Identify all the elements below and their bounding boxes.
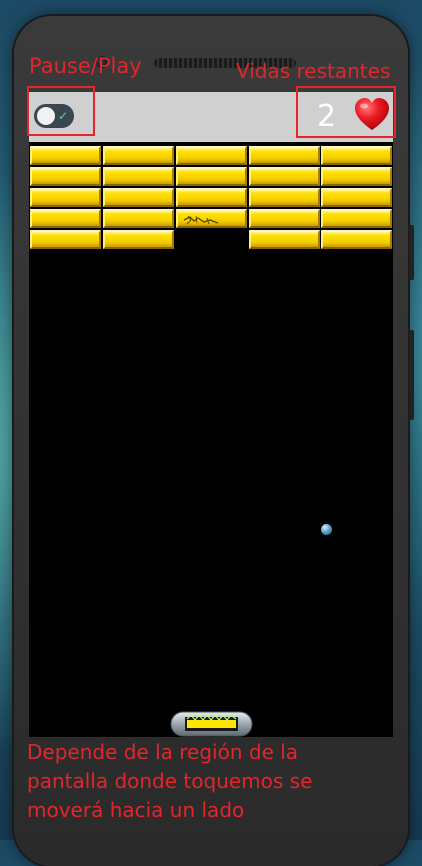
brick	[249, 230, 320, 249]
pause-play-highlight	[27, 86, 95, 136]
paddle-icon[interactable]	[170, 711, 253, 737]
controls-note-line1: Depende de la región de la	[27, 740, 299, 764]
brick	[103, 146, 174, 165]
brick	[176, 188, 247, 207]
controls-note-line2: pantalla donde toquemos se	[27, 769, 313, 793]
brick	[249, 188, 320, 207]
brick	[249, 146, 320, 165]
brick	[103, 230, 174, 249]
brick	[176, 146, 247, 165]
brick	[321, 230, 392, 249]
pause-play-annotation: Pause/Play	[29, 54, 142, 78]
brick-cracked	[176, 209, 247, 228]
brick	[30, 188, 101, 207]
brick	[103, 209, 174, 228]
game-screen[interactable]: ✓ 2	[29, 92, 393, 737]
brick	[321, 209, 392, 228]
brick	[249, 209, 320, 228]
brick	[30, 167, 101, 186]
brick	[321, 167, 392, 186]
ball-icon	[321, 524, 332, 535]
lives-highlight	[296, 86, 396, 138]
brick	[321, 188, 392, 207]
volume-button	[409, 225, 414, 280]
controls-note-line3: moverá hacia un lado	[27, 798, 245, 822]
brick	[30, 230, 101, 249]
brick	[30, 146, 101, 165]
crack-mark	[183, 215, 219, 225]
brick	[321, 146, 392, 165]
brick	[249, 167, 320, 186]
brick	[103, 188, 174, 207]
brick	[176, 167, 247, 186]
lives-annotation: Vidas restantes	[236, 59, 391, 83]
brick	[103, 167, 174, 186]
power-button	[409, 330, 414, 420]
brick	[30, 209, 101, 228]
